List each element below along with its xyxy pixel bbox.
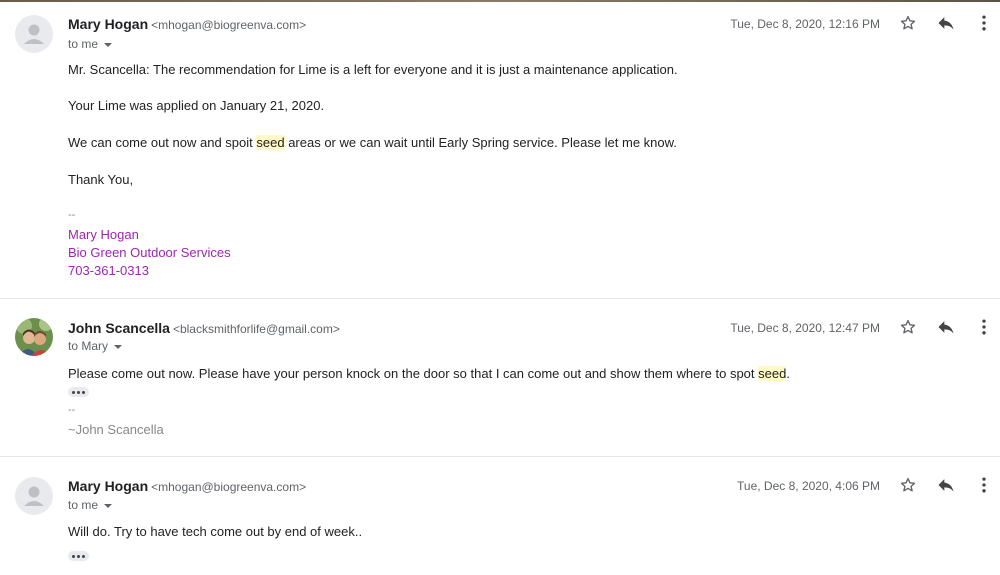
sender-name[interactable]: Mary Hogan (68, 16, 148, 32)
reply-button[interactable] (934, 473, 958, 497)
body-text: Thank You, (68, 172, 134, 187)
more-vert-icon (982, 15, 986, 31)
recipient-toggle[interactable]: to me (68, 498, 113, 512)
body-text-segment: We can come out now and spoit (68, 135, 257, 150)
star-button[interactable] (896, 315, 920, 339)
star-icon (900, 15, 916, 30)
show-trimmed-content-button[interactable] (68, 551, 89, 561)
star-icon (900, 477, 916, 492)
body-text: We can come out now and spoit seed areas… (68, 135, 677, 150)
person-icon (24, 486, 44, 506)
signature-name: Mary Hogan (68, 227, 139, 242)
reply-button[interactable] (934, 11, 958, 35)
sender-line: Mary Hogan <mhogan@biogreenva.com> (68, 478, 306, 494)
avatar[interactable] (15, 15, 53, 53)
search-highlight: seed (758, 366, 787, 381)
body-text: Your Lime was applied on January 21, 202… (68, 98, 325, 113)
more-options-button[interactable] (972, 473, 996, 497)
body-text: Please come out now. Please have your pe… (68, 366, 790, 381)
more-options-button[interactable] (972, 315, 996, 339)
body-text-segment: Please come out now. Please have your pe… (68, 366, 759, 381)
reply-icon (938, 17, 954, 30)
recipient-label: to me (68, 37, 99, 51)
avatar[interactable] (15, 477, 53, 515)
avatar[interactable] (15, 318, 53, 356)
body-text: Mr. Scancella: The recommendation for Li… (68, 62, 678, 77)
signature-company: Bio Green Outdoor Services (68, 245, 231, 260)
email-message: Mary Hogan <mhogan@biogreenva.com> to me … (0, 457, 1000, 575)
star-button[interactable] (896, 11, 920, 35)
more-vert-icon (982, 477, 986, 493)
body-text: Will do. Try to have tech come out by en… (68, 524, 363, 539)
reply-button[interactable] (934, 315, 958, 339)
recipient-label: to Mary (68, 339, 109, 353)
sender-name[interactable]: Mary Hogan (68, 478, 148, 494)
chevron-down-icon[interactable] (104, 42, 113, 47)
reply-icon (938, 321, 954, 334)
search-highlight: seed (256, 135, 285, 150)
message-date: Tue, Dec 8, 2020, 12:16 PM (730, 17, 880, 31)
sender-name[interactable]: John Scancella (68, 320, 170, 336)
email-message: John Scancella <blacksmithforlife@gmail.c… (0, 298, 1000, 457)
person-icon (24, 24, 44, 44)
body-text-segment: areas or we can wait until Early Spring … (284, 135, 677, 150)
sender-email: <blacksmithforlife@gmail.com> (172, 322, 340, 336)
message-date: Tue, Dec 8, 2020, 4:06 PM (737, 479, 880, 493)
star-icon (900, 319, 916, 334)
email-message: Mary Hogan <mhogan@biogreenva.com> to me … (0, 0, 1000, 299)
chevron-down-icon[interactable] (114, 344, 123, 349)
signature-separator: -- (68, 209, 76, 221)
star-button[interactable] (896, 473, 920, 497)
sender-email: <mhogan@biogreenva.com> (151, 480, 307, 494)
show-trimmed-content-button[interactable] (68, 387, 89, 397)
sender-email: <mhogan@biogreenva.com> (151, 18, 307, 32)
recipient-toggle[interactable]: to me (68, 37, 113, 51)
chevron-down-icon[interactable] (104, 503, 113, 508)
signature-name: ~John Scancella (68, 422, 164, 437)
sender-line: John Scancella <blacksmithforlife@gmail.c… (68, 320, 340, 336)
body-text-segment: . (786, 366, 790, 381)
recipient-label: to me (68, 498, 99, 512)
profile-photo-icon (15, 318, 53, 356)
signature-separator: -- (68, 404, 76, 416)
reply-icon (938, 479, 954, 492)
more-options-button[interactable] (972, 11, 996, 35)
signature-phone[interactable]: 703-361-0313 (68, 263, 149, 278)
sender-line: Mary Hogan <mhogan@biogreenva.com> (68, 16, 306, 32)
recipient-toggle[interactable]: to Mary (68, 339, 123, 353)
more-vert-icon (982, 319, 986, 335)
message-date: Tue, Dec 8, 2020, 12:47 PM (730, 321, 880, 335)
